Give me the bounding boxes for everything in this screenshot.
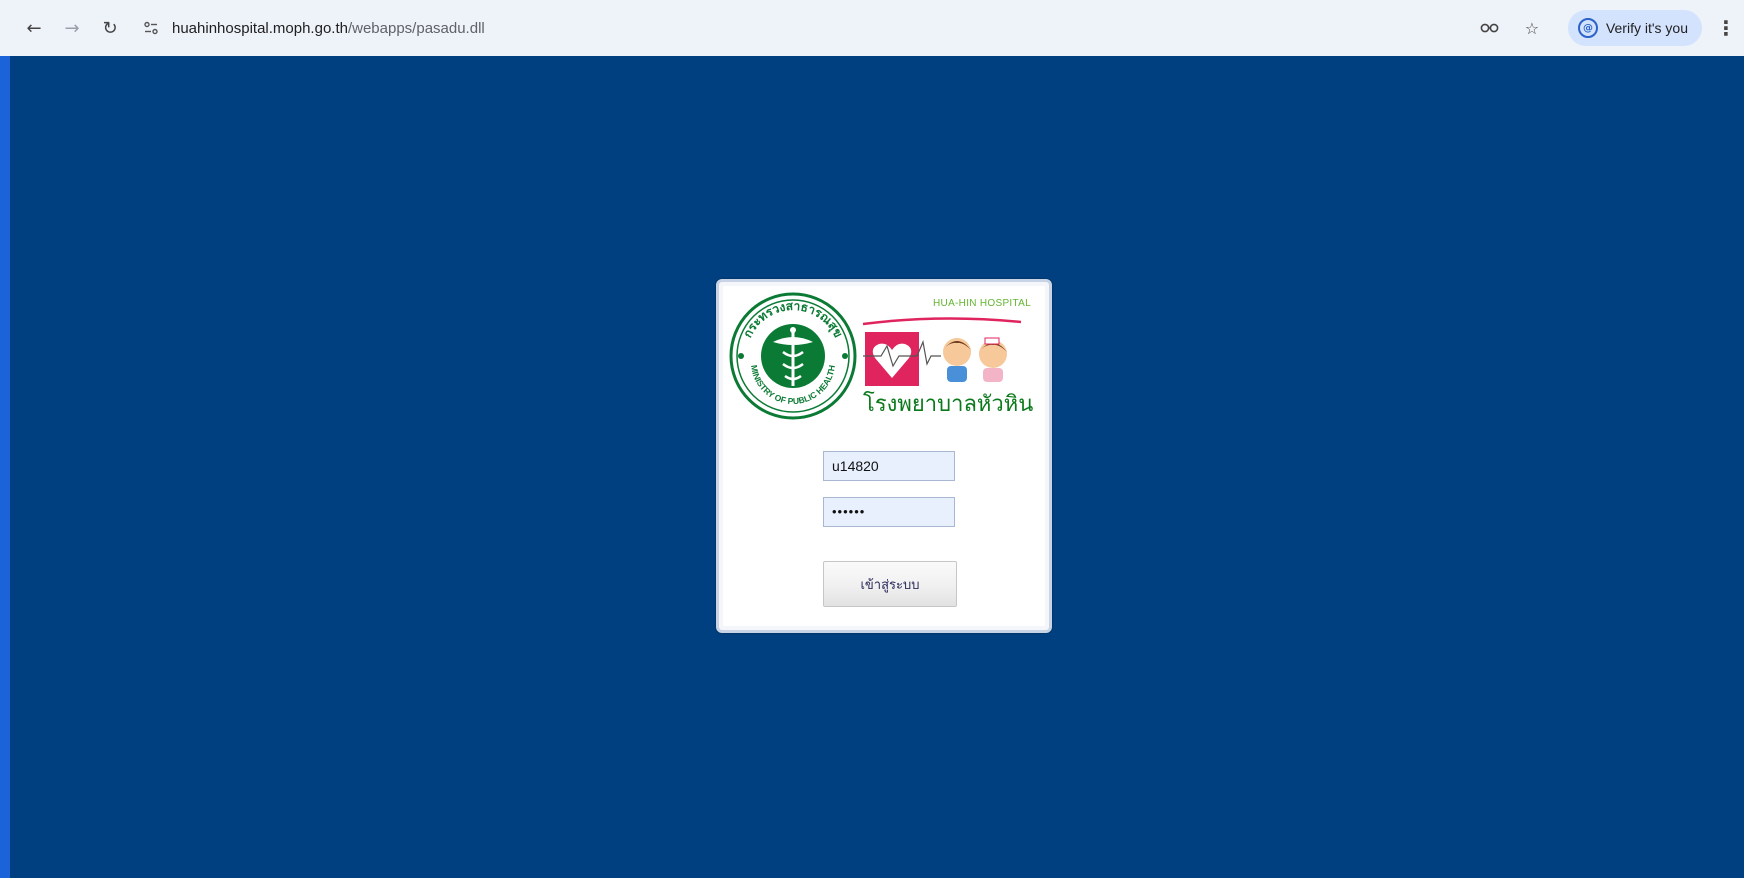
verify-identity-button[interactable]: @ Verify it's you bbox=[1567, 10, 1702, 46]
hospital-logo: HUA-HIN HOSPITAL โรงพยาบาลหัวหิน bbox=[861, 292, 1037, 420]
reload-icon[interactable]: ↻ bbox=[96, 14, 124, 42]
url-text[interactable]: huahinhospital.moph.go.th/webapps/pasadu… bbox=[172, 20, 485, 37]
hospital-name-th: โรงพยาบาลหัวหิน bbox=[863, 392, 1034, 417]
username-field[interactable] bbox=[823, 451, 955, 481]
kebab-menu-icon[interactable]: ⋮ bbox=[1716, 16, 1736, 40]
hospital-name-en: HUA-HIN HOSPITAL bbox=[933, 298, 1031, 309]
password-field[interactable]: •••••• bbox=[823, 497, 955, 527]
login-panel-inner: กระทรวงสาธารณสุข MINISTRY OF PUBLIC HEAL… bbox=[723, 286, 1045, 626]
address-bar[interactable]: huahinhospital.moph.go.th/webapps/pasadu… bbox=[140, 10, 485, 46]
browser-toolbar: ← → ↻ huahinhospital.moph.go.th/webapps/… bbox=[0, 0, 1744, 56]
login-panel: กระทรวงสาธารณสุข MINISTRY OF PUBLIC HEAL… bbox=[716, 279, 1052, 633]
url-host: huahinhospital.moph.go.th bbox=[172, 19, 348, 37]
page-content: กระทรวงสาธารณสุข MINISTRY OF PUBLIC HEAL… bbox=[10, 56, 1744, 878]
window-frame bbox=[0, 0, 10, 878]
verify-identity-icon: @ bbox=[1577, 18, 1598, 38]
site-info-icon[interactable] bbox=[140, 17, 162, 39]
moph-seal-logo: กระทรวงสาธารณสุข MINISTRY OF PUBLIC HEAL… bbox=[729, 292, 857, 420]
login-button[interactable]: เข้าสู่ระบบ bbox=[823, 561, 957, 607]
back-arrow-icon[interactable]: ← bbox=[20, 14, 48, 42]
url-path: /webapps/pasadu.dll bbox=[347, 19, 485, 37]
toolbar-actions: ☆ @ Verify it's you ⋮ bbox=[1476, 0, 1744, 56]
logo-row: กระทรวงสาธารณสุข MINISTRY OF PUBLIC HEAL… bbox=[727, 290, 1045, 422]
verify-label: Verify it's you bbox=[1605, 20, 1688, 36]
star-icon[interactable]: ☆ bbox=[1518, 14, 1546, 42]
forward-arrow-icon[interactable]: → bbox=[58, 14, 86, 42]
key-icon[interactable] bbox=[1476, 14, 1504, 42]
